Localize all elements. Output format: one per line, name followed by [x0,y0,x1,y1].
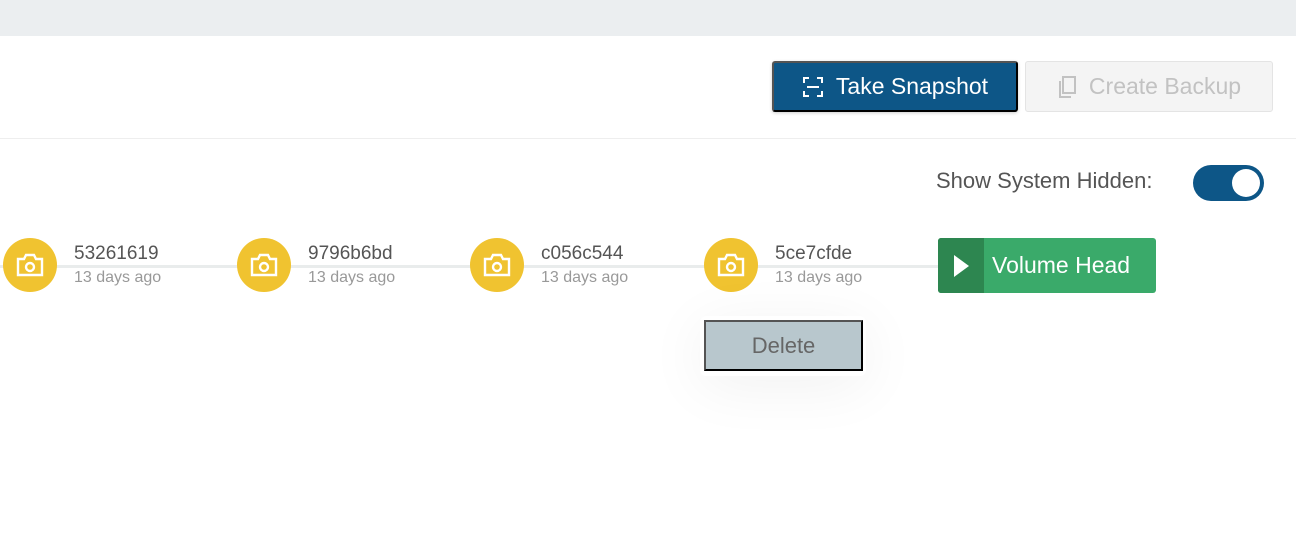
snapshot-time: 13 days ago [775,269,867,287]
snapshot-id[interactable]: 9796b6bd [308,243,397,265]
snapshot-id[interactable]: 53261619 [74,243,163,265]
snapshot-time: 13 days ago [308,269,400,287]
volume-head-button[interactable]: Volume Head [938,238,1156,293]
snapshot-id[interactable]: 5ce7cfde [775,243,857,265]
divider [0,138,1296,139]
snapshot-time: 13 days ago [74,269,166,287]
delete-button[interactable]: Delete [704,320,863,371]
camera-icon [483,253,511,277]
copy-icon [1058,75,1076,98]
snapshot-id[interactable]: c056c544 [541,243,628,265]
camera-icon [16,253,44,277]
create-backup-label: Create Backup [1088,73,1242,99]
camera-icon [250,253,278,277]
volume-head-label: Volume Head [992,252,1131,278]
snapshot-node[interactable] [237,238,291,292]
scan-icon [802,76,823,97]
snapshot-node[interactable] [470,238,524,292]
play-icon [938,238,984,293]
camera-icon [717,253,745,277]
toggle-knob [1232,169,1260,197]
top-bar [0,0,1296,36]
take-snapshot-button[interactable]: Take Snapshot [772,61,1018,112]
show-system-hidden-label: Show System Hidden: [936,168,1153,193]
snapshot-node[interactable] [704,238,758,292]
snapshot-node[interactable] [3,238,57,292]
snapshot-time: 13 days ago [541,269,633,287]
show-system-hidden-toggle[interactable] [1193,165,1264,201]
take-snapshot-label: Take Snapshot [835,73,989,99]
create-backup-button[interactable]: Create Backup [1025,61,1273,112]
